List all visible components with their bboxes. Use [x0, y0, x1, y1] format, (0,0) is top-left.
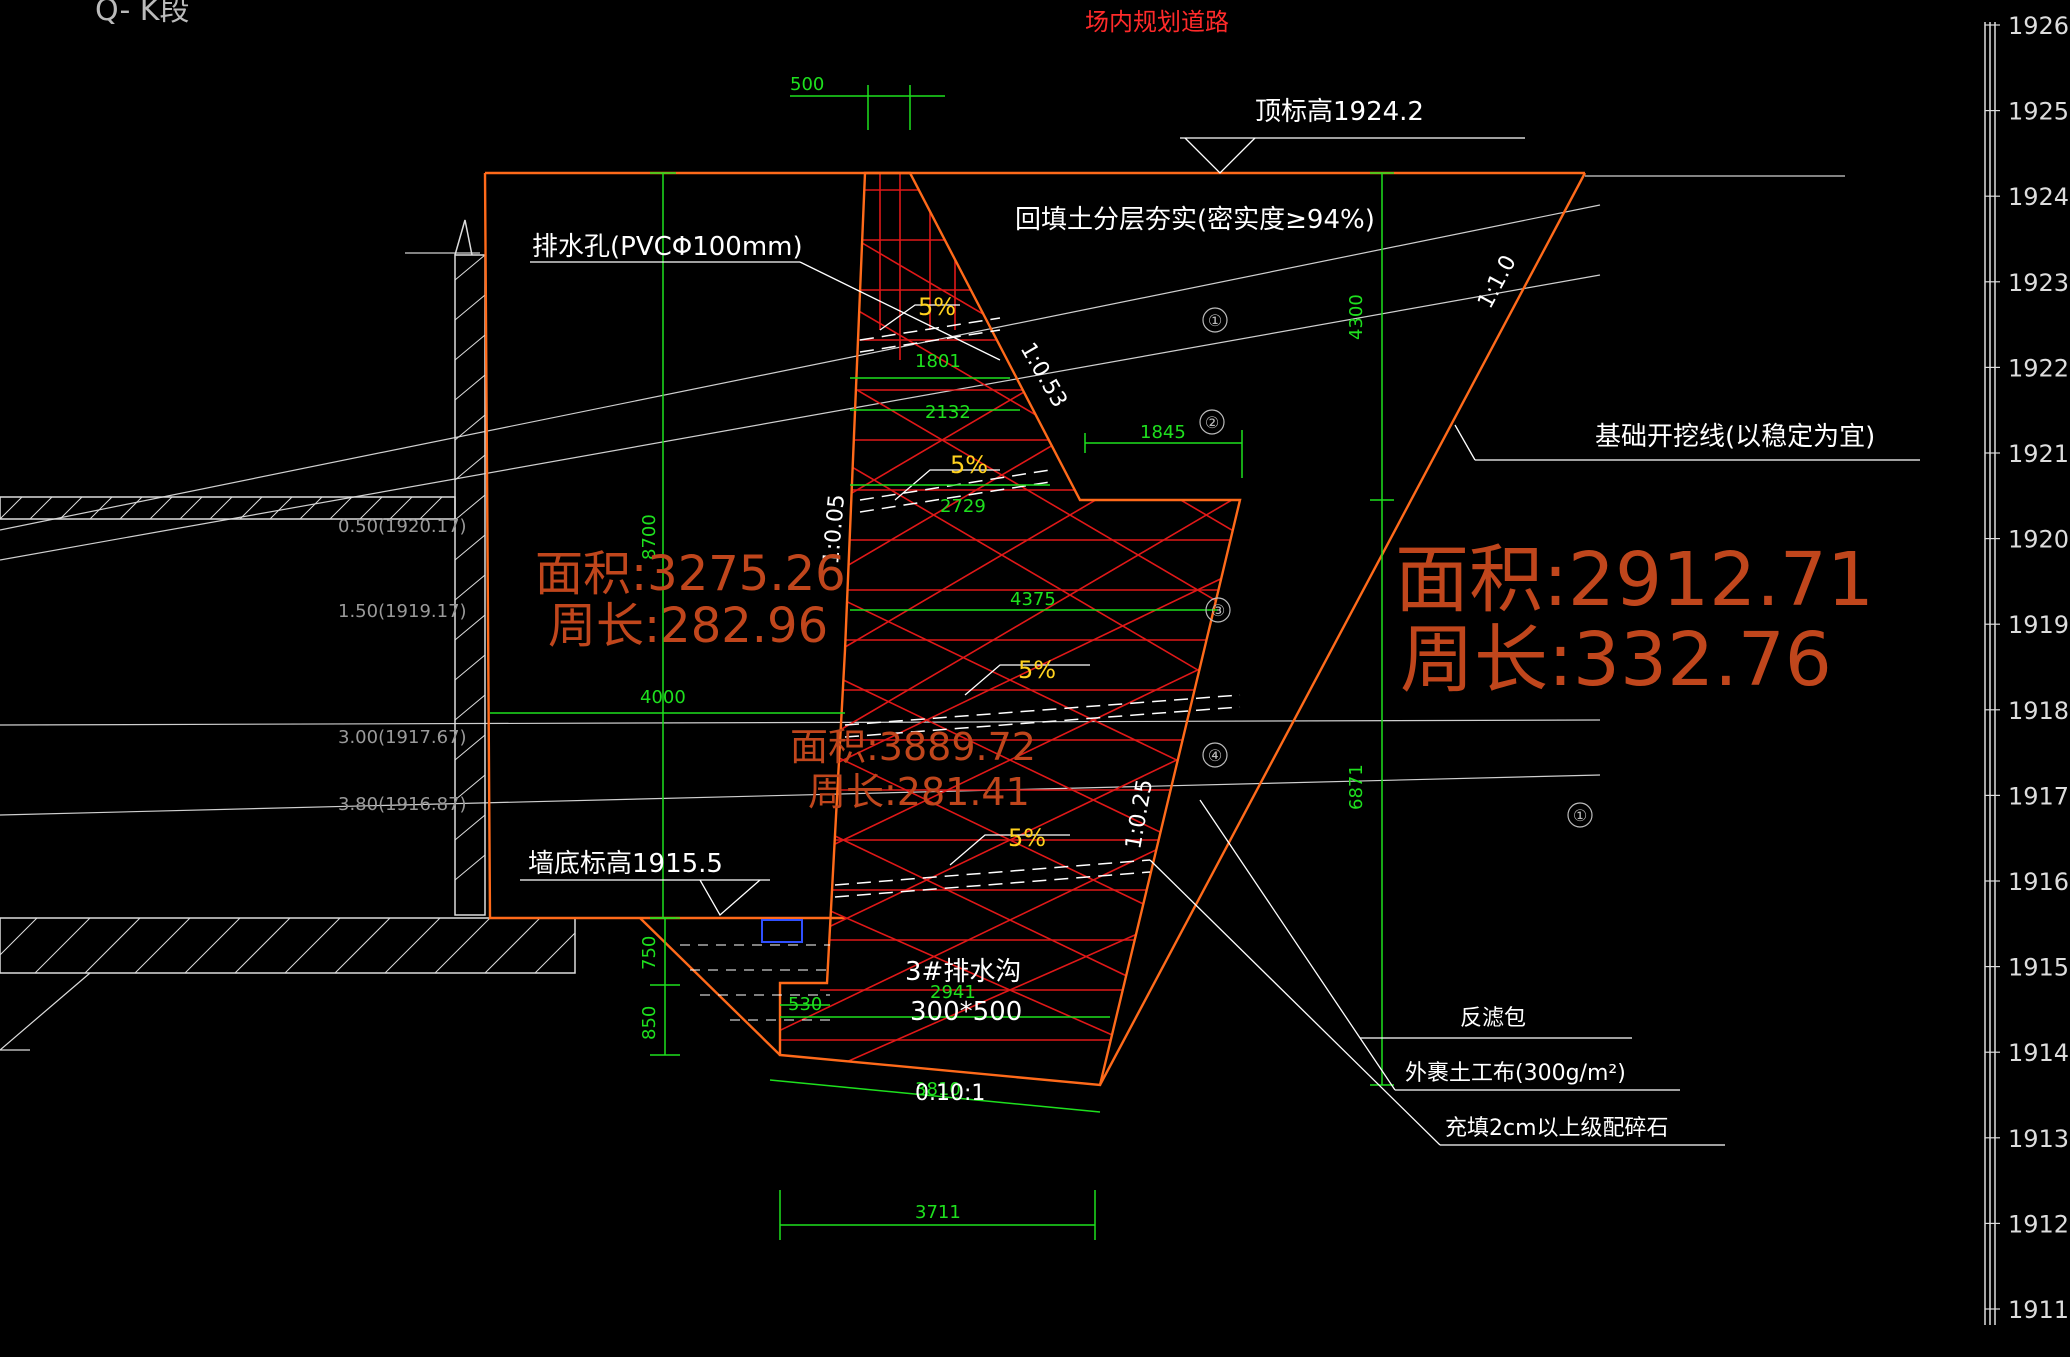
section-title: Q- K段: [95, 0, 189, 28]
ruler-label: 1913: [2008, 1125, 2069, 1153]
top-elevation-label: 顶标高1924.2: [1255, 97, 1424, 127]
filter-bag-label: 反滤包: [1460, 1006, 1526, 1031]
dim-2729: 2729: [940, 496, 986, 517]
dim-530: 530: [788, 994, 822, 1015]
area-1: 面积:3275.26: [535, 546, 846, 602]
excavation-line-label: 基础开挖线(以稳定为宜): [1595, 422, 1875, 452]
elevation-ruler: 1926 1925 1924 1923 1922 1921 1920 1919 1918 1917…: [1984, 12, 2069, 1325]
ruler-label: 1915: [2008, 954, 2069, 982]
wall-base-label: 墙底标高1915.5: [528, 849, 723, 879]
ruler-label: 1920: [2008, 526, 2069, 554]
perimeter-2: 周长:281.41: [808, 770, 1030, 814]
dim-850: 850: [639, 1006, 660, 1040]
backfill-note: 回填土分层夯实(密实度≥94%): [1015, 205, 1375, 235]
road-label: 场内规划道路: [1085, 8, 1229, 36]
ruler-label: 1921: [2008, 440, 2069, 468]
layer-5: ①: [1573, 806, 1587, 825]
dim-1845: 1845: [1140, 422, 1186, 443]
layer-2: ②: [1205, 413, 1219, 432]
pct-3: 5%: [1018, 656, 1056, 684]
borehole-2: 1.50(1919.17): [338, 601, 467, 622]
gravel-label: 充填2cm以上级配碎石: [1445, 1116, 1669, 1141]
dim-4300: 4300: [1346, 294, 1367, 340]
ruler-label: 1918: [2008, 697, 2069, 725]
geotextile-label: 外裹土工布(300g/m²): [1405, 1061, 1626, 1086]
borehole-labels: 0.50(1920.17) 1.50(1919.17) 3.00(1917.67…: [338, 516, 467, 815]
ruler-label: 1912: [2008, 1210, 2069, 1238]
pct-2: 5%: [950, 451, 988, 479]
layer-4: ④: [1208, 746, 1222, 765]
perimeter-1: 周长:282.96: [548, 598, 828, 654]
ruler-label: 1926: [2008, 12, 2069, 40]
dim-6871: 6871: [1346, 764, 1367, 810]
drain-hole-label: 排水孔(PVCΦ100mm): [532, 232, 803, 262]
ruler-label: 1925: [2008, 98, 2069, 126]
borehole-1: 0.50(1920.17): [338, 516, 467, 537]
layer-1: ①: [1208, 311, 1222, 330]
ruler-label: 1914: [2008, 1039, 2069, 1067]
pct-1: 5%: [918, 293, 956, 321]
cad-drawing: Q- K段 场内规划道路 500 4300 8700 6871 1801 213…: [0, 0, 2070, 1357]
ruler-label: 1911: [2008, 1296, 2069, 1324]
ruler-label: 1917: [2008, 782, 2069, 810]
area-3: 面积:2912.71: [1395, 537, 1874, 623]
slope-010: 0.10:1: [915, 1081, 985, 1106]
drain-ditch-size: 300*500: [910, 997, 1022, 1027]
slope-053: 1:0.53: [1015, 339, 1072, 412]
dim-2132: 2132: [925, 402, 971, 423]
dim-1801: 1801: [915, 351, 961, 372]
ruler-label: 1924: [2008, 183, 2069, 211]
ruler-label: 1916: [2008, 868, 2069, 896]
dim-4000: 4000: [640, 687, 686, 708]
ruler-label: 1919: [2008, 611, 2069, 639]
borehole-3: 3.00(1917.67): [338, 727, 467, 748]
area-2: 面积:3889.72: [790, 725, 1036, 769]
layer-3: ③: [1211, 601, 1225, 620]
dim-750: 750: [639, 936, 660, 970]
dim-4375: 4375: [1010, 589, 1056, 610]
pct-4: 5%: [1008, 824, 1046, 852]
drain-ditch-label: 3#排水沟: [905, 957, 1021, 987]
dim-500: 500: [790, 74, 824, 95]
borehole-4: 3.80(1916.87): [338, 794, 467, 815]
ruler-label: 1923: [2008, 269, 2069, 297]
perimeter-3: 周长:332.76: [1400, 617, 1832, 703]
ruler-label: 1922: [2008, 354, 2069, 382]
area-annotations: 面积:3275.26 周长:282.96 面积:3889.72 周长:281.4…: [535, 537, 1874, 814]
dim-3711: 3711: [915, 1202, 961, 1223]
